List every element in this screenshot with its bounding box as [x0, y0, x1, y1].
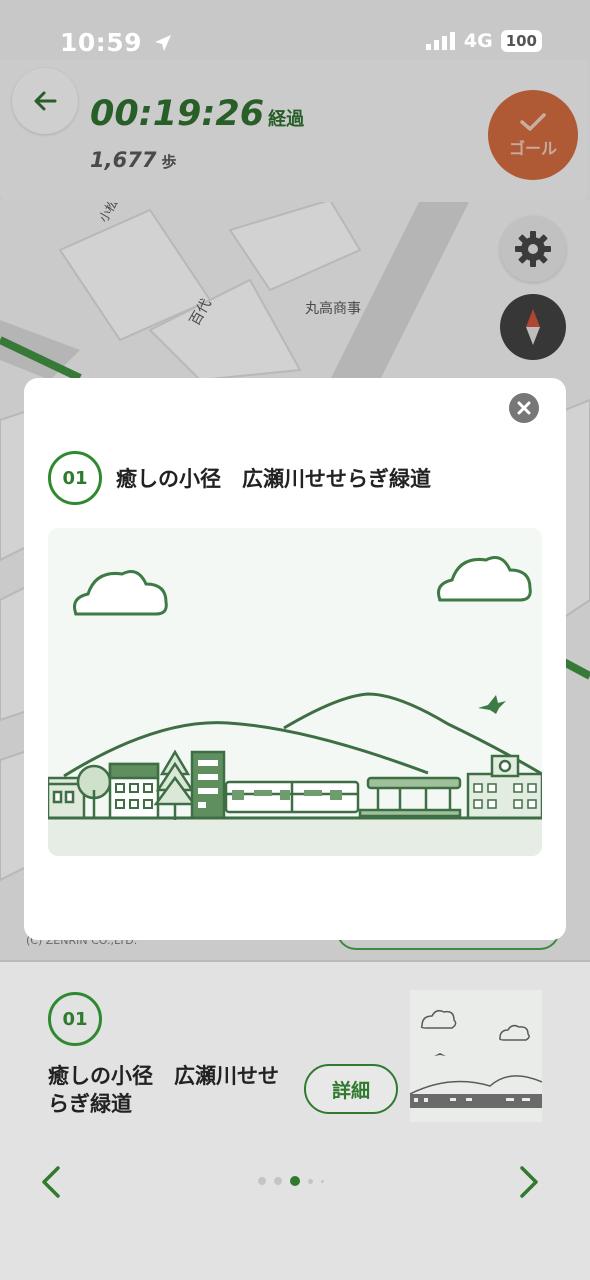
spot-number-badge: 01 [48, 451, 102, 505]
status-time-text: 10:59 [60, 28, 143, 57]
townscape-illustration [48, 556, 542, 856]
chevron-right-icon[interactable] [516, 1164, 542, 1200]
spot-illustration [48, 528, 542, 856]
location-arrow-icon [155, 35, 172, 51]
chevron-left-icon[interactable] [38, 1164, 64, 1200]
page-dot [308, 1178, 313, 1184]
spot-number-badge: 01 [48, 992, 102, 1046]
status-bar: 10:59 4G 100 [0, 0, 590, 88]
close-button[interactable] [509, 393, 539, 423]
network-type: 4G [463, 30, 493, 52]
spot-title: 癒しの小径 広瀬川せせらぎ緑道 [48, 1064, 279, 1116]
detail-button[interactable]: 詳細 [304, 1064, 398, 1114]
page-dot [274, 1177, 282, 1185]
status-indicators: 4G 100 [425, 30, 542, 52]
spot-modal: 01 癒しの小径 広瀬川せせらぎ緑道 [24, 378, 566, 940]
spot-thumbnail-illustration [410, 1009, 542, 1108]
spot-card: 01 癒しの小径 広瀬川せせらぎ緑道 詳細 [0, 962, 590, 1280]
signal-icon [425, 32, 455, 50]
spot-thumbnail[interactable] [410, 990, 542, 1122]
modal-title: 癒しの小径 広瀬川せせらぎ緑道 [116, 467, 431, 491]
status-time: 10:59 [60, 28, 173, 57]
page-dot [258, 1177, 266, 1185]
page-dot-active [290, 1176, 300, 1186]
battery-icon: 100 [500, 30, 542, 52]
close-icon [517, 401, 531, 415]
modal-header: 01 癒しの小径 広瀬川せせらぎ緑道 [48, 451, 431, 505]
page-indicator [258, 1176, 324, 1186]
page-dot [321, 1179, 324, 1183]
